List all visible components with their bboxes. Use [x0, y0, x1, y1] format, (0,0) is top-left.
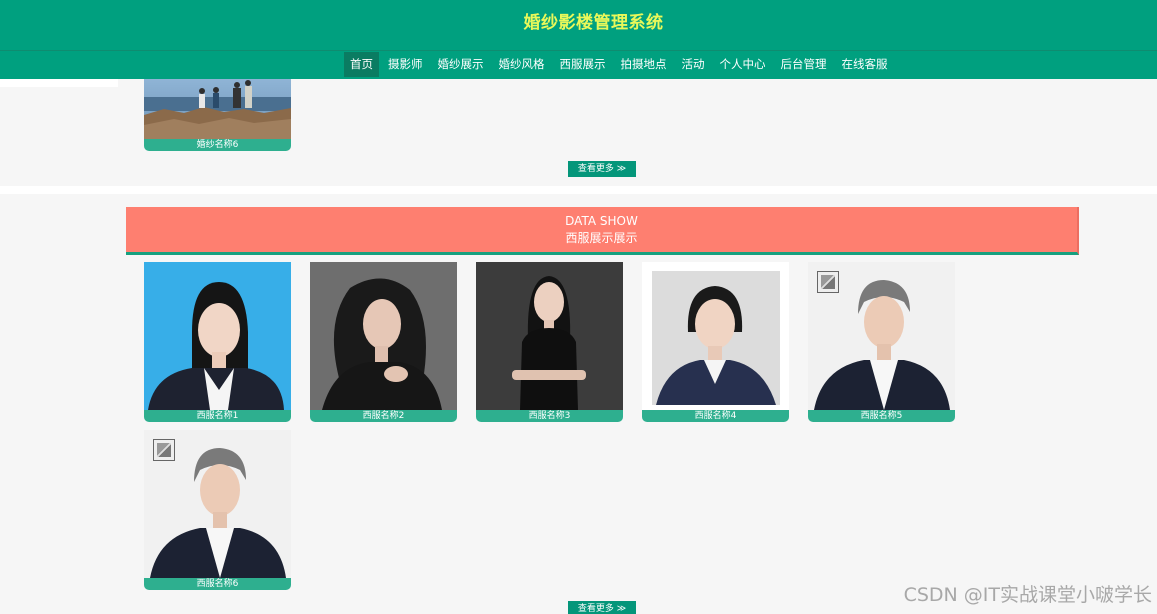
- nav-personal-center[interactable]: 个人中心: [714, 52, 772, 77]
- nav-activities[interactable]: 活动: [676, 52, 711, 77]
- suit-card-2[interactable]: 西服名称2: [310, 262, 457, 422]
- suit-photo-3: [476, 262, 623, 410]
- suit-card-3[interactable]: 西服名称3: [476, 262, 623, 422]
- suit-card-4[interactable]: 西服名称4: [642, 262, 789, 422]
- suit-photo-4: [642, 262, 789, 410]
- suit-card-5[interactable]: 西服名称5: [808, 262, 955, 422]
- suit-card-1[interactable]: 西服名称1: [144, 262, 291, 422]
- broken-image-icon: [817, 271, 839, 293]
- wedding-card-caption: 婚纱名称6: [144, 139, 291, 151]
- suit-caption-6: 西服名称6: [144, 578, 291, 590]
- section-gap: [0, 186, 1157, 194]
- wedding-more-button[interactable]: 查看更多 ≫: [568, 161, 636, 177]
- site-title: 婚纱影楼管理系统: [523, 13, 664, 33]
- watermark: CSDN @IT实战课堂小啵学长: [903, 584, 1152, 606]
- nav-wedding-style[interactable]: 婚纱风格: [493, 52, 551, 77]
- wedding-card-6[interactable]: 婚纱名称6: [144, 79, 291, 151]
- top-header: 婚纱影楼管理系统 首页 摄影师 婚纱展示 婚纱风格 西服展示 拍摄地点 活动 个…: [0, 0, 1157, 79]
- suit-caption-3: 西服名称3: [476, 410, 623, 422]
- nav-online-service[interactable]: 在线客服: [836, 52, 894, 77]
- section-edge: [0, 79, 118, 87]
- suit-photo-6: [144, 430, 291, 578]
- suit-section-banner: DATA SHOW 西服展示展示: [126, 207, 1079, 255]
- nav-wedding-dress[interactable]: 婚纱展示: [432, 52, 490, 77]
- suit-caption-2: 西服名称2: [310, 410, 457, 422]
- suit-caption-4: 西服名称4: [642, 410, 789, 422]
- nav-photographers[interactable]: 摄影师: [382, 52, 429, 77]
- broken-image-icon: [153, 439, 175, 461]
- banner-title-en: DATA SHOW: [565, 214, 638, 228]
- banner-title-cn: 西服展示展示: [565, 231, 638, 245]
- suit-more-button[interactable]: 查看更多 ≫: [568, 601, 636, 614]
- wedding-photo: [144, 79, 291, 139]
- suit-photo-5: [808, 262, 955, 410]
- nav-locations[interactable]: 拍摄地点: [615, 52, 673, 77]
- nav-suits[interactable]: 西服展示: [554, 52, 612, 77]
- suit-card-6[interactable]: 西服名称6: [144, 430, 291, 590]
- suit-caption-5: 西服名称5: [808, 410, 955, 422]
- suit-caption-1: 西服名称1: [144, 410, 291, 422]
- suit-photo-1: [144, 262, 291, 410]
- suit-photo-2: [310, 262, 457, 410]
- main-nav: 首页 摄影师 婚纱展示 婚纱风格 西服展示 拍摄地点 活动 个人中心 后台管理 …: [344, 52, 897, 77]
- nav-home[interactable]: 首页: [344, 52, 379, 77]
- header-divider: [0, 50, 1157, 51]
- nav-admin[interactable]: 后台管理: [775, 52, 833, 77]
